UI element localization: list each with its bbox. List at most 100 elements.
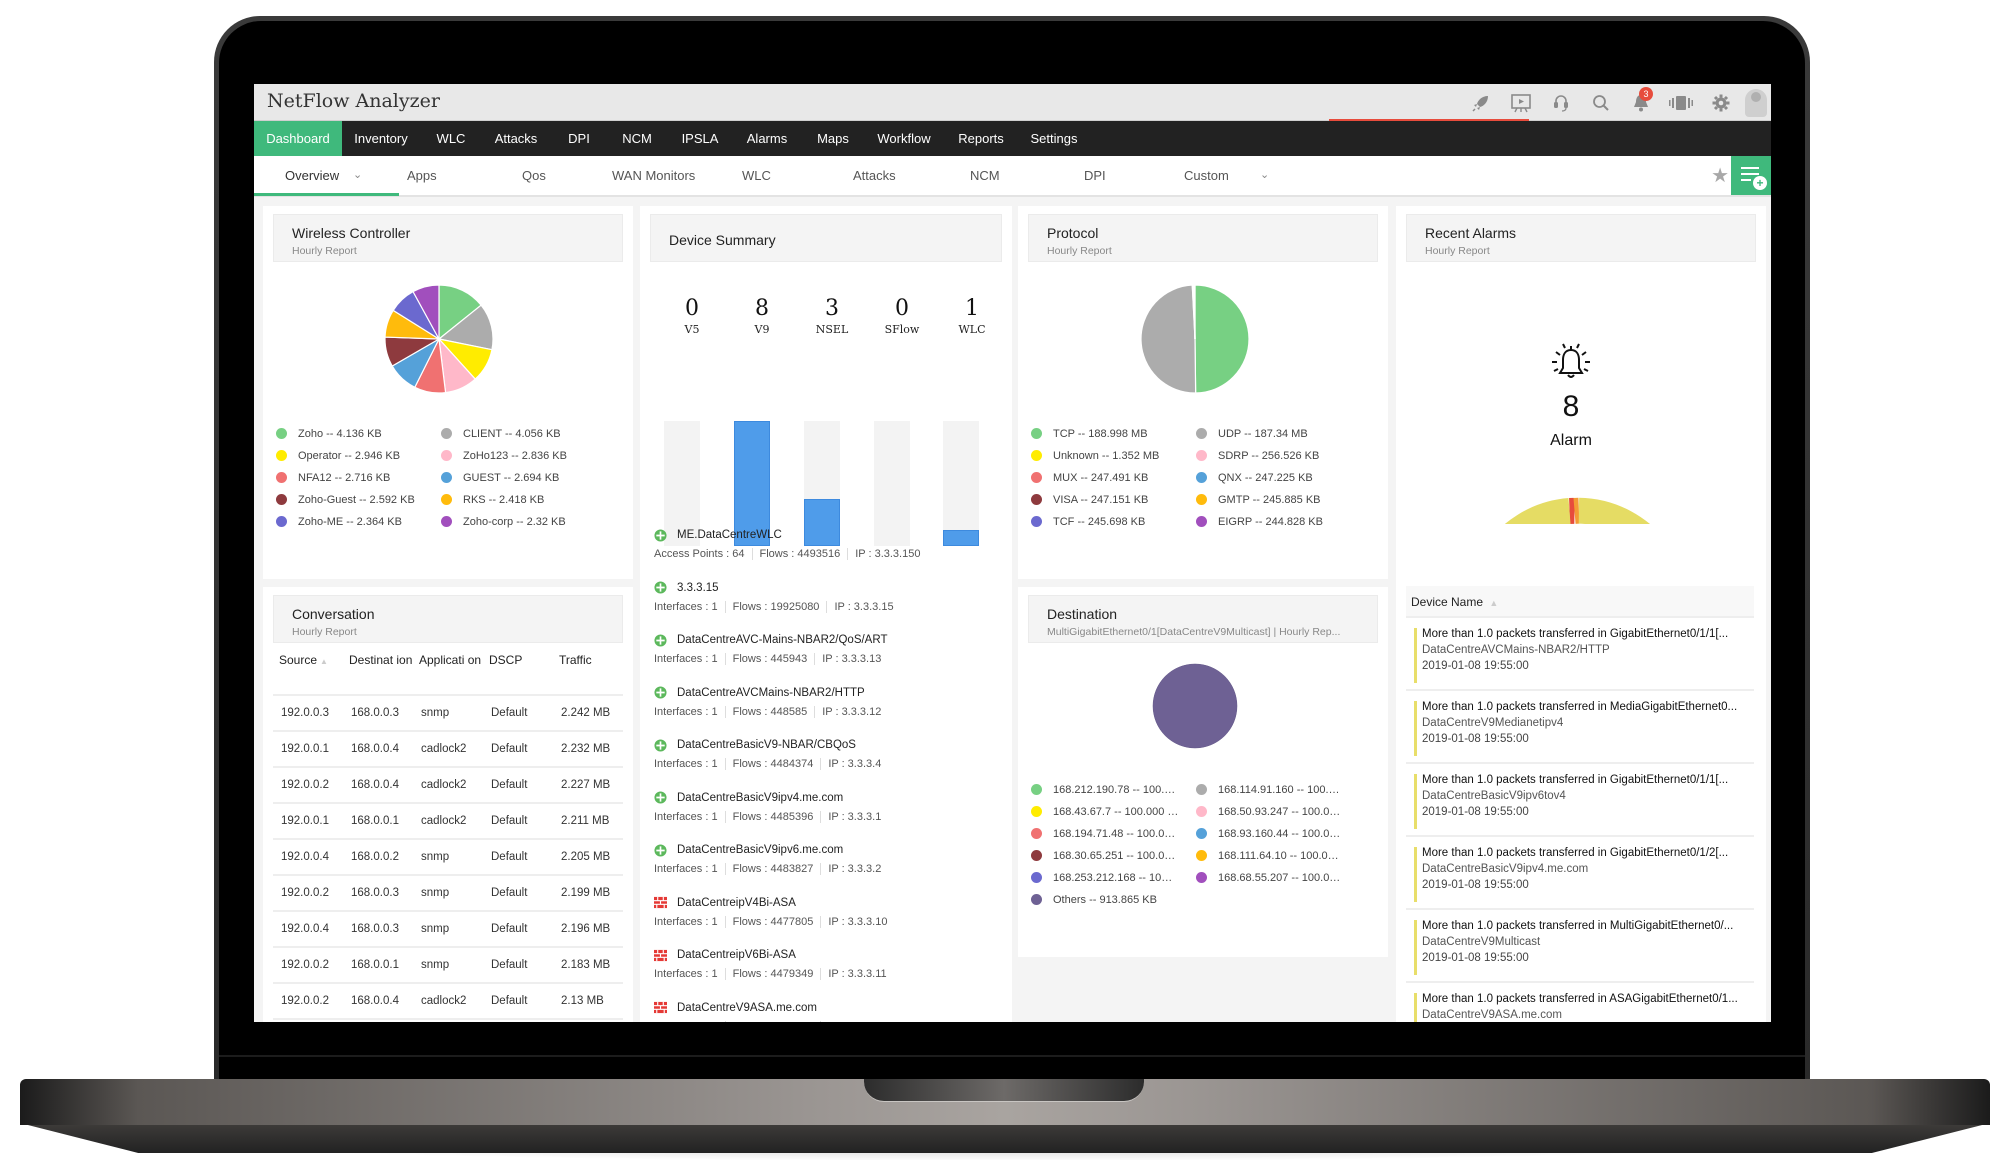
legend-item[interactable]: Zoho-ME -- 2.364 KB bbox=[276, 514, 441, 529]
nav-tab-wlc[interactable]: WLC bbox=[420, 121, 482, 156]
subnav-tab-attacks[interactable]: Attacks bbox=[853, 156, 896, 195]
alarm-list-item[interactable]: More than 1.0 packets transferred in ASA… bbox=[1406, 983, 1754, 1022]
chevron-down-icon[interactable]: ⌄ bbox=[353, 156, 362, 195]
device-name-row[interactable]: DataCentreBasicV9-NBAR/CBQoS bbox=[654, 736, 1004, 754]
device-count-wlc[interactable]: 1 WLC bbox=[942, 296, 1002, 336]
alarm-list-item[interactable]: More than 1.0 packets transferred in Gig… bbox=[1406, 837, 1754, 910]
column-header-3[interactable]: DSCP bbox=[483, 643, 553, 696]
table-row[interactable]: 192.0.0.4 168.0.0.3 snmp Default 2.196 MB bbox=[273, 911, 623, 948]
legend-item[interactable]: 168.114.91.160 -- 100.… bbox=[1196, 782, 1366, 797]
legend-item[interactable]: 168.93.160.44 -- 100.0… bbox=[1196, 826, 1366, 841]
nav-tab-dpi[interactable]: DPI bbox=[550, 121, 608, 156]
legend-item[interactable]: VISA -- 247.151 KB bbox=[1031, 492, 1196, 507]
device-name-row[interactable]: ME.DataCentreWLC bbox=[654, 526, 1004, 544]
legend-item[interactable]: GUEST -- 2.694 KB bbox=[441, 470, 606, 485]
search-icon[interactable] bbox=[1581, 84, 1621, 121]
device-name-row[interactable]: DataCentreBasicV9ipv6.me.com bbox=[654, 841, 1004, 859]
subnav-tab-ncm[interactable]: NCM bbox=[970, 156, 1000, 195]
nav-tab-ipsla[interactable]: IPSLA bbox=[666, 121, 734, 156]
device-name-row[interactable]: DataCentreV9ASA.me.com bbox=[654, 999, 1004, 1017]
bell-icon[interactable]: 3 bbox=[1621, 84, 1661, 121]
rocket-icon[interactable] bbox=[1461, 84, 1501, 121]
legend-item[interactable]: 168.30.65.251 -- 100.0… bbox=[1031, 848, 1196, 863]
subnav-tab-apps[interactable]: Apps bbox=[407, 156, 437, 195]
pie-slice-udp[interactable] bbox=[1140, 284, 1197, 394]
chevron-down-icon[interactable]: ⌄ bbox=[1260, 156, 1269, 195]
nav-tab-dashboard[interactable]: Dashboard bbox=[254, 121, 342, 156]
legend-item[interactable]: QNX -- 247.225 KB bbox=[1196, 470, 1361, 485]
nav-tab-alarms[interactable]: Alarms bbox=[734, 121, 800, 156]
legend-item[interactable]: 168.50.93.247 -- 100.0… bbox=[1196, 804, 1366, 819]
alarm-list-item[interactable]: More than 1.0 packets transferred in Mul… bbox=[1406, 910, 1754, 983]
table-row[interactable]: 192.0.0.1 168.0.0.4 cadlock2 Default 2.232 M… bbox=[273, 731, 623, 768]
legend-item[interactable]: Zoho -- 4.136 KB bbox=[276, 426, 441, 441]
device-count-nsel[interactable]: 3 NSEL bbox=[802, 296, 862, 336]
nav-tab-ncm[interactable]: NCM bbox=[608, 121, 666, 156]
nav-tab-inventory[interactable]: Inventory bbox=[342, 121, 420, 156]
table-row[interactable]: 192.0.0.3 168.0.0.3 snmp Default 2.242 MB bbox=[273, 695, 623, 732]
pie-slice-others[interactable] bbox=[1152, 663, 1238, 749]
device-name-row[interactable]: 3.3.3.15 bbox=[654, 579, 1004, 597]
nav-tab-settings[interactable]: Settings bbox=[1020, 121, 1088, 156]
alarm-list-item[interactable]: More than 1.0 packets transferred in Med… bbox=[1406, 691, 1754, 764]
subnav-tab-dpi[interactable]: DPI bbox=[1084, 156, 1106, 195]
device-name-row[interactable]: DataCentreAVCMains-NBAR2/HTTP bbox=[654, 684, 1004, 702]
legend-item[interactable]: NFA12 -- 2.716 KB bbox=[276, 470, 441, 485]
device-name-row[interactable]: DataCentreipV6Bi-ASA bbox=[654, 946, 1004, 964]
legend-item[interactable]: Others -- 913.865 KB bbox=[1031, 892, 1196, 907]
legend-item[interactable]: 168.253.212.168 -- 10… bbox=[1031, 870, 1196, 885]
legend-item[interactable]: CLIENT -- 4.056 KB bbox=[441, 426, 606, 441]
alarm-list-item[interactable]: More than 1.0 packets transferred in Gig… bbox=[1406, 618, 1754, 691]
favorite-star-icon[interactable]: ★ bbox=[1711, 156, 1729, 195]
subnav-tab-overview[interactable]: Overview bbox=[285, 156, 339, 195]
device-count-v5[interactable]: 0 V5 bbox=[662, 296, 722, 336]
alarm-column-header[interactable]: Device Name ▲ bbox=[1406, 586, 1754, 618]
nav-tab-attacks[interactable]: Attacks bbox=[482, 121, 550, 156]
table-row[interactable]: 192.0.0.2 168.0.0.3 snmp Default 2.199 MB bbox=[273, 875, 623, 912]
column-header-4[interactable]: Traffic bbox=[553, 643, 623, 696]
legend-item[interactable]: ZoHo123 -- 2.836 KB bbox=[441, 448, 606, 463]
subnav-tab-wlc[interactable]: WLC bbox=[742, 156, 771, 195]
subnav-tab-qos[interactable]: Qos bbox=[522, 156, 546, 195]
column-header-0[interactable]: Source ▲ bbox=[273, 643, 343, 696]
legend-item[interactable]: Operator -- 2.946 KB bbox=[276, 448, 441, 463]
legend-item[interactable]: 168.43.67.7 -- 100.000 … bbox=[1031, 804, 1196, 819]
legend-item[interactable]: TCP -- 188.998 MB bbox=[1031, 426, 1196, 441]
presentation-icon[interactable] bbox=[1501, 84, 1541, 121]
user-avatar-icon[interactable] bbox=[1741, 84, 1771, 121]
device-name-row[interactable]: DataCentreBasicV9ipv4.me.com bbox=[654, 789, 1004, 807]
legend-item[interactable]: UDP -- 187.34 MB bbox=[1196, 426, 1361, 441]
pie-slice-tcp[interactable] bbox=[1194, 284, 1250, 394]
alarm-list-item[interactable]: More than 1.0 packets transferred in Gig… bbox=[1406, 764, 1754, 837]
gear-icon[interactable] bbox=[1701, 84, 1741, 121]
legend-item[interactable]: EIGRP -- 244.828 KB bbox=[1196, 514, 1361, 529]
device-name-row[interactable]: DataCentreipV4Bi-ASA bbox=[654, 894, 1004, 912]
device-count-v9[interactable]: 8 V9 bbox=[732, 296, 792, 336]
device-name-row[interactable]: DataCentreAVC-Mains-NBAR2/QoS/ART bbox=[654, 631, 1004, 649]
device-icon[interactable] bbox=[1661, 84, 1701, 121]
legend-item[interactable]: RKS -- 2.418 KB bbox=[441, 492, 606, 507]
legend-item[interactable]: 168.194.71.48 -- 100.0… bbox=[1031, 826, 1196, 841]
table-row[interactable]: 192.0.0.2 168.0.0.1 snmp Default 2.183 MB bbox=[273, 947, 623, 984]
legend-item[interactable]: SDRP -- 256.526 KB bbox=[1196, 448, 1361, 463]
headset-icon[interactable] bbox=[1541, 84, 1581, 121]
table-row[interactable]: 192.0.0.1 168.0.0.1 cadlock2 Default 2.211 M… bbox=[273, 803, 623, 840]
table-row[interactable]: 192.0.0.2 168.0.0.4 cadlock2 Default 2.227 M… bbox=[273, 767, 623, 804]
legend-item[interactable]: 168.68.55.207 -- 100.0… bbox=[1196, 870, 1366, 885]
nav-tab-workflow[interactable]: Workflow bbox=[866, 121, 942, 156]
table-row[interactable]: 192.0.0.2 168.0.0.4 cadlock2 Default 2.13 MB bbox=[273, 983, 623, 1020]
legend-item[interactable]: MUX -- 247.491 KB bbox=[1031, 470, 1196, 485]
table-row[interactable]: 192.0.0.4 168.0.0.2 snmp Default 2.205 MB bbox=[273, 839, 623, 876]
column-header-2[interactable]: Applicati on bbox=[413, 643, 483, 696]
subnav-tab-custom[interactable]: Custom bbox=[1184, 156, 1229, 195]
legend-item[interactable]: Zoho-Guest -- 2.592 KB bbox=[276, 492, 441, 507]
add-widget-button[interactable]: + bbox=[1731, 156, 1771, 195]
nav-tab-maps[interactable]: Maps bbox=[800, 121, 866, 156]
legend-item[interactable]: GMTP -- 245.885 KB bbox=[1196, 492, 1361, 507]
device-count-sflow[interactable]: 0 SFlow bbox=[872, 296, 932, 336]
legend-item[interactable]: Unknown -- 1.352 MB bbox=[1031, 448, 1196, 463]
nav-tab-reports[interactable]: Reports bbox=[942, 121, 1020, 156]
legend-item[interactable]: 168.111.64.10 -- 100.0… bbox=[1196, 848, 1366, 863]
column-header-1[interactable]: Destinat ion bbox=[343, 643, 413, 696]
legend-item[interactable]: Zoho-corp -- 2.32 KB bbox=[441, 514, 606, 529]
